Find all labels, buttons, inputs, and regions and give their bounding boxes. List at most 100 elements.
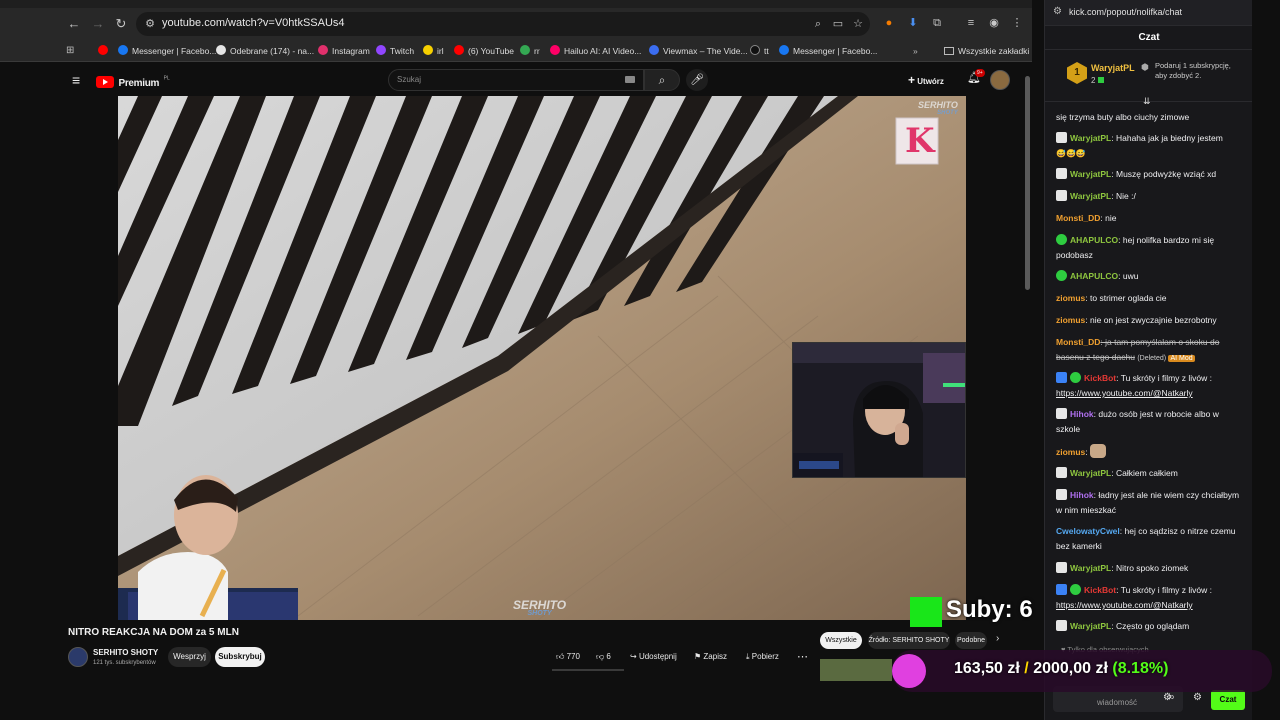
chat-username[interactable]: Hihok	[1070, 409, 1094, 419]
channel-name[interactable]: SERHITO SHOTY	[93, 648, 158, 657]
chat-message: Hihok: ładny jest ale nie wiem czy chcia…	[1056, 489, 1240, 515]
share-button[interactable]: ↪ Udostępnij	[630, 649, 677, 665]
bookmark-item[interactable]: Odebrane (174) - na...	[216, 44, 314, 58]
avatar[interactable]	[990, 70, 1010, 90]
bookmark-item[interactable]: tt	[750, 44, 769, 58]
chat-message: WaryjatPL: Całkiem całkiem	[1056, 466, 1244, 481]
like-button[interactable]: 👍︎ 770	[556, 649, 580, 665]
download-icon[interactable]: ⬇	[904, 14, 922, 32]
gift-count: 2	[1091, 76, 1104, 85]
bookmark-item[interactable]: (6) YouTube	[454, 44, 514, 58]
save-button[interactable]: ⚑ Zapisz	[694, 649, 727, 665]
chat-username[interactable]: ziomus	[1056, 447, 1085, 457]
zoom-icon[interactable]: ⌕	[810, 16, 826, 32]
bookmark-item[interactable]: rr	[520, 44, 540, 58]
chat-username[interactable]: AHAPULCO	[1070, 235, 1118, 245]
bookmark-star-icon[interactable]: ☆	[850, 16, 866, 32]
settings-icon[interactable]: ⚙	[1053, 6, 1062, 17]
menu-kebab-icon[interactable]: ⋮	[1008, 14, 1026, 32]
chat-username[interactable]: ziomus	[1056, 315, 1085, 325]
channel-avatar[interactable]	[68, 647, 88, 667]
youtube-logo[interactable]: Premium PL	[96, 73, 170, 89]
bookmark-youtube[interactable]	[98, 44, 112, 58]
chat-message: Hihok: dużo osób jest w robocie albo w s…	[1056, 408, 1219, 434]
more-actions-icon[interactable]: ⋯	[797, 649, 808, 665]
apps-icon[interactable]: ⊞	[66, 44, 74, 58]
chat-username[interactable]: WaryjatPL	[1070, 563, 1111, 573]
chat-username[interactable]: ziomus	[1056, 293, 1085, 303]
chip-related[interactable]: Podobne	[955, 632, 987, 649]
chat-link[interactable]: https://www.youtube.com/@Natkarly	[1056, 386, 1244, 401]
facebook-icon	[118, 45, 128, 55]
send-chat-button[interactable]: Czat	[1211, 690, 1245, 710]
chat-username[interactable]: WaryjatPL	[1070, 468, 1111, 478]
keyboard-icon[interactable]	[625, 76, 635, 83]
gift-prompt[interactable]: Podaruj 1 subskrypcję, aby zdobyć 2.	[1155, 61, 1241, 81]
chat-link[interactable]: https://www.youtube.com/@Natkarly	[1056, 598, 1244, 613]
bookmark-item[interactable]: Instagram	[318, 44, 370, 58]
search-button[interactable]: ⌕	[644, 69, 680, 91]
bookmark-label: tt	[764, 46, 769, 56]
back-icon[interactable]: ←	[64, 14, 84, 34]
gift-user[interactable]: WaryjatPL	[1091, 63, 1135, 73]
logo-text: Premium	[118, 78, 160, 89]
support-button[interactable]: Wesprzyj	[168, 647, 211, 667]
verified-badge-icon	[1056, 234, 1067, 245]
chat-username[interactable]: WaryjatPL	[1070, 133, 1111, 143]
puzzle-icon[interactable]: ⧉	[928, 14, 946, 32]
forward-icon[interactable]: →	[88, 14, 108, 34]
chat-url-bar: ⚙ kick.com/popout/nolifka/chat	[1045, 0, 1252, 26]
more-bookmarks-icon[interactable]: »	[913, 44, 918, 58]
bookmark-item[interactable]: Viewmax – The Vide...	[649, 44, 748, 58]
chat-username[interactable]: KickBot	[1084, 373, 1116, 383]
chat-settings-icon[interactable]: ⚙	[1193, 692, 1202, 703]
search-input[interactable]: Szukaj	[388, 69, 644, 91]
address-bar[interactable]: ⚙ youtube.com/watch?v=V0htkSSAUs4 ⌕ ▭ ☆	[136, 12, 870, 36]
chip-source[interactable]: Źródło: SERHITO SHOTY	[868, 632, 950, 649]
site-info-icon[interactable]: ⚙	[142, 16, 158, 32]
scrollbar-thumb[interactable]	[1025, 76, 1030, 290]
chip-all[interactable]: Wszystkie	[820, 632, 862, 649]
pin-icon[interactable]: ⇊	[1143, 96, 1151, 107]
cast-icon[interactable]: ▭	[830, 16, 846, 32]
chat-message-deleted: Monsti_DD: ja tam pomyślałam o skoku do …	[1056, 337, 1220, 362]
bookmark-item[interactable]: Hailuo AI: AI Video...	[550, 44, 641, 58]
chips-next-icon[interactable]: ›	[996, 633, 999, 644]
subs-counter: Suby: 6	[946, 596, 1033, 623]
infinity-icon[interactable]: ∞	[1167, 692, 1174, 703]
chat-username[interactable]: KickBot	[1084, 585, 1116, 595]
guest-webcam	[118, 460, 298, 620]
profile-icon[interactable]: ◉	[985, 14, 1003, 32]
chat-username[interactable]: AHAPULCO	[1070, 271, 1118, 281]
voice-search-icon[interactable]: 🎤︎	[686, 69, 708, 91]
create-button[interactable]: + Utwórz	[908, 71, 944, 89]
notifications-icon[interactable]: 🔔︎ 9+	[966, 69, 985, 89]
chat-username[interactable]: WaryjatPL	[1070, 621, 1111, 631]
tab-strip	[0, 0, 1032, 8]
svg-text:K: K	[905, 121, 936, 161]
recommended-thumbnail[interactable]	[820, 659, 892, 681]
subscribe-button[interactable]: Subskrybuj	[215, 647, 265, 667]
chat-username[interactable]: Monsti_DD	[1056, 213, 1100, 223]
create-label: Utwórz	[917, 77, 944, 86]
all-bookmarks[interactable]: Wszystkie zakładki	[944, 44, 1029, 58]
bookmark-item[interactable]: Messenger | Facebo...	[118, 44, 216, 58]
bookmark-item[interactable]: irl	[423, 44, 444, 58]
chat-username[interactable]: Hihok	[1070, 490, 1094, 500]
extension-icon[interactable]: ●	[880, 14, 898, 32]
dislike-button[interactable]: 👎︎ 6	[596, 649, 611, 665]
chat-username[interactable]: Monsti_DD	[1056, 337, 1100, 347]
media-icon[interactable]: ≡	[962, 14, 980, 32]
goal-percent: (8.18%)	[1112, 660, 1169, 677]
reload-icon[interactable]: ↻	[111, 14, 131, 34]
bookmark-label: rr	[534, 46, 540, 56]
chat-username[interactable]: WaryjatPL	[1070, 169, 1111, 179]
video-title: NITRO REAKCJA NA DOM za 5 MLN	[68, 627, 239, 638]
bookmark-item[interactable]: Messenger | Facebo...	[779, 44, 877, 58]
hamburger-menu-icon[interactable]: ≡	[72, 72, 80, 88]
bookmark-item[interactable]: Twitch	[376, 44, 414, 58]
download-button[interactable]: ⤓ Pobierz	[746, 649, 779, 665]
chat-username[interactable]: WaryjatPL	[1070, 191, 1111, 201]
bot-badge-icon	[1056, 584, 1067, 595]
chat-username[interactable]: CwelowatyCwel	[1056, 526, 1120, 536]
